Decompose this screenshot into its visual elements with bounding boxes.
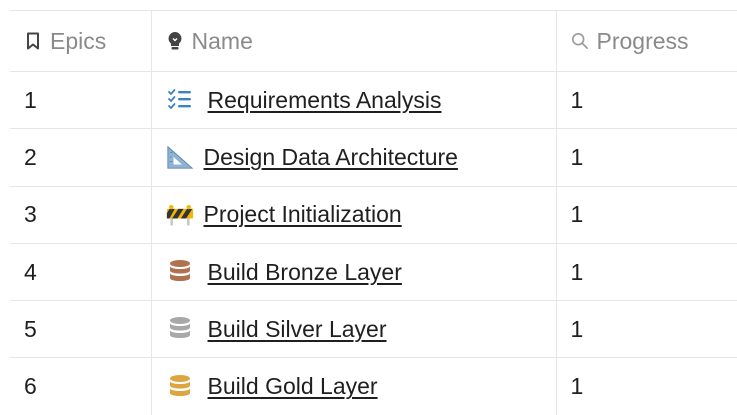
table-row: 2 Design Data Architecture 1 bbox=[10, 128, 737, 187]
table-row: 6 Build Gold Layer 1 bbox=[10, 357, 737, 415]
epic-number-cell: 2 bbox=[10, 128, 152, 187]
column-header-epics[interactable]: Epics bbox=[10, 10, 152, 72]
progress-cell: 1 bbox=[570, 143, 584, 170]
database-icon bbox=[166, 258, 194, 286]
progress-cell: 1 bbox=[570, 258, 584, 285]
lightbulb-icon bbox=[166, 32, 184, 50]
name-cell: Build Bronze Layer bbox=[151, 243, 557, 301]
name-cell: Build Silver Layer bbox=[151, 300, 557, 358]
database-icon bbox=[166, 373, 194, 401]
epic-link[interactable]: Design Data Architecture bbox=[204, 144, 458, 171]
progress-cell: 1 bbox=[570, 373, 584, 400]
name-cell: Requirements Analysis bbox=[151, 71, 557, 129]
epic-number-cell: 3 bbox=[10, 186, 152, 244]
epic-number-cell: 5 bbox=[10, 300, 152, 358]
name-cell: Project Initialization bbox=[151, 186, 557, 244]
triangular-ruler-icon bbox=[166, 143, 194, 171]
table-row: 5 Build Silver Layer 1 bbox=[10, 300, 737, 358]
name-cell: Design Data Architecture bbox=[151, 128, 557, 187]
column-header-name[interactable]: Name bbox=[151, 10, 557, 72]
database-icon bbox=[166, 315, 194, 343]
column-header-name-label: Name bbox=[191, 27, 253, 54]
progress-cell: 1 bbox=[570, 86, 584, 113]
table-row: 1 Requirements Analysis 1 bbox=[10, 71, 737, 129]
epic-link[interactable]: Build Silver Layer bbox=[208, 316, 387, 343]
column-header-progress-label: Progress bbox=[596, 27, 689, 54]
bookmark-icon bbox=[24, 32, 42, 50]
epic-number-cell: 4 bbox=[10, 243, 152, 301]
epic-link[interactable]: Requirements Analysis bbox=[208, 87, 442, 114]
epic-number-cell: 1 bbox=[10, 71, 152, 129]
name-cell: Build Gold Layer bbox=[151, 357, 557, 415]
epics-table: Epics Name Progress 1 Requirements Analy… bbox=[10, 10, 737, 415]
epic-number-cell: 6 bbox=[10, 357, 152, 415]
epic-link[interactable]: Build Gold Layer bbox=[208, 373, 378, 400]
epic-link[interactable]: Project Initialization bbox=[204, 201, 402, 228]
checklist-icon bbox=[166, 86, 194, 114]
epics-table-container: Epics Name Progress 1 Requirements Analy… bbox=[0, 0, 737, 415]
table-row: 3 Project Initialization 1 bbox=[10, 186, 737, 244]
search-icon bbox=[571, 32, 589, 50]
construction-barrier-icon bbox=[166, 201, 194, 229]
table-row: 4 Build Bronze Layer 1 bbox=[10, 243, 737, 301]
progress-cell: 1 bbox=[570, 315, 584, 342]
progress-cell: 1 bbox=[570, 201, 584, 228]
column-header-epics-label: Epics bbox=[50, 27, 107, 54]
column-header-progress[interactable]: Progress bbox=[556, 11, 737, 72]
table-header-row: Epics Name Progress bbox=[10, 10, 737, 72]
epic-link[interactable]: Build Bronze Layer bbox=[208, 259, 402, 286]
